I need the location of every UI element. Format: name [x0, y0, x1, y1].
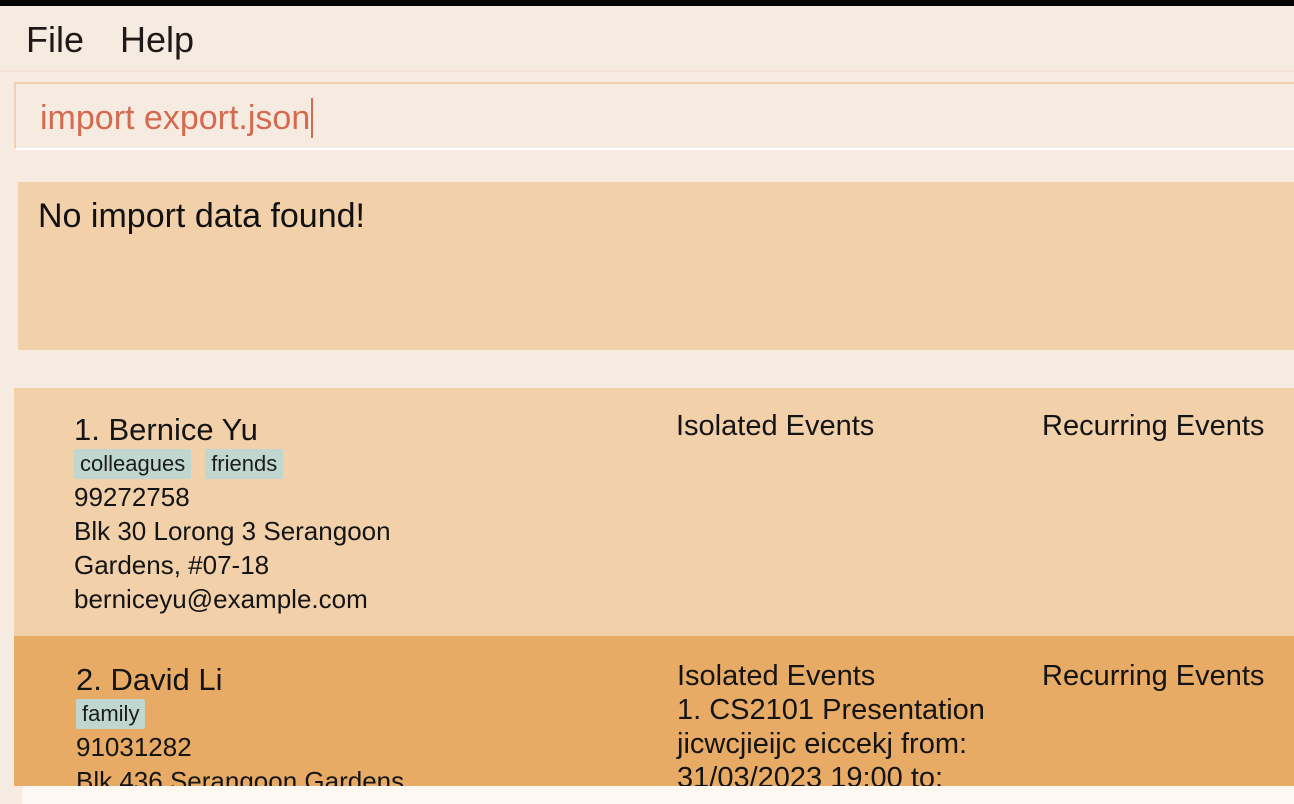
tag-list: colleagues friends [74, 449, 297, 481]
command-box-container: import export.json [0, 72, 1294, 164]
tag-list: family [76, 699, 159, 731]
isolated-event-line: jicwcjieijc eiccekj from: [677, 728, 968, 760]
person-card[interactable]: 1. Bernice Yu colleagues friends 99272758… [14, 388, 1294, 636]
person-card-selected[interactable]: 2. David Li family 91031282 Blk 436 Sera… [14, 636, 1294, 786]
result-display: No import data found! [18, 182, 1294, 350]
person-name: 2. David Li [76, 662, 223, 697]
person-phone: 99272758 [74, 482, 190, 512]
person-name: 1. Bernice Yu [74, 412, 258, 447]
command-input-text: import export.json [40, 98, 314, 138]
person-address-line2: Gardens, #07-18 [74, 550, 270, 580]
person-email: berniceyu@example.com [74, 584, 368, 614]
recurring-events-header: Recurring Events [1042, 660, 1265, 692]
tag: colleagues [74, 449, 192, 479]
person-phone: 91031282 [76, 732, 192, 762]
result-message: No import data found! [38, 197, 365, 235]
person-address-line1: Blk 436 Serangoon Gardens [76, 766, 405, 786]
isolated-event-line: 31/03/2023 19:00 to: [677, 762, 944, 786]
person-address-line1: Blk 30 Lorong 3 Serangoon [74, 516, 391, 546]
tag: family [76, 699, 146, 729]
tag: friends [205, 449, 284, 479]
isolated-events-header: Isolated Events [677, 660, 876, 692]
menu-file[interactable]: File [26, 20, 84, 60]
command-input[interactable]: import export.json [14, 82, 1294, 150]
person-list[interactable]: 1. Bernice Yu colleagues friends 99272758… [0, 366, 1294, 804]
isolated-event-line: 1. CS2101 Presentation [677, 694, 985, 726]
isolated-events-header: Isolated Events [676, 410, 875, 442]
horizontal-scrollbar[interactable] [22, 786, 1294, 804]
recurring-events-header: Recurring Events [1042, 410, 1265, 442]
menu-help[interactable]: Help [120, 20, 194, 60]
menu-bar: File Help [0, 6, 1294, 72]
